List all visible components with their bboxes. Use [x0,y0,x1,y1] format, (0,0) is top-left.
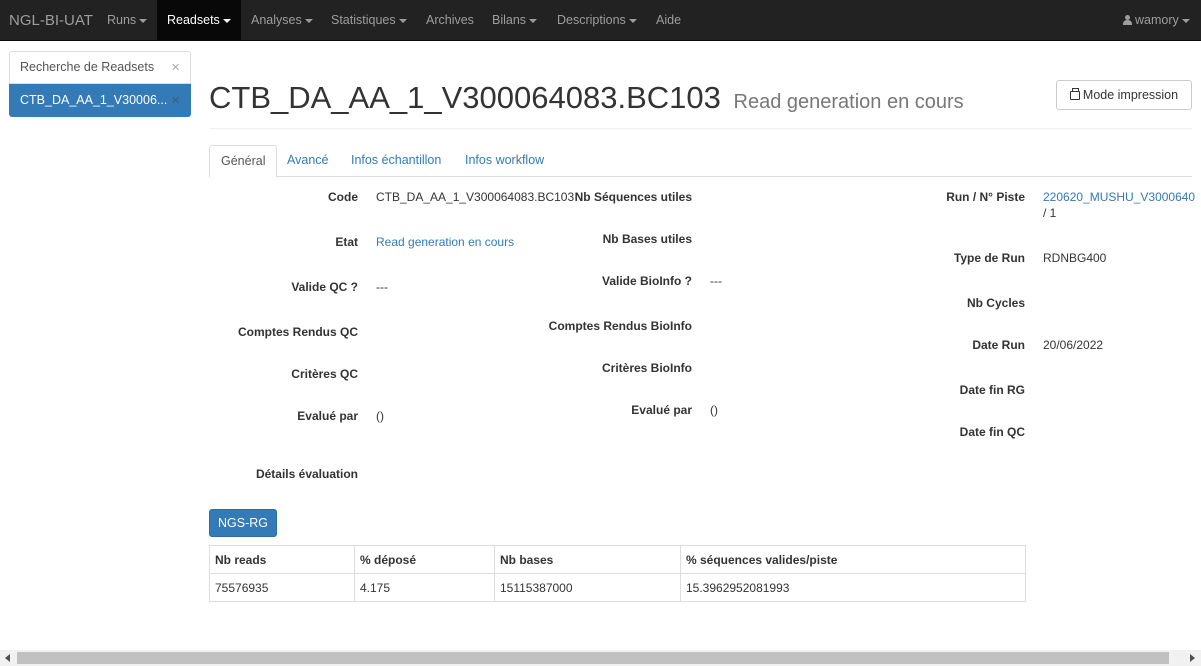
user-menu[interactable]: wamory [1123,0,1190,40]
top-navbar: NGL-BI-UAT Runs Readsets Analyses Statis… [0,0,1201,41]
column-header: % séquences valides/piste [680,545,1026,574]
chevron-down-icon [398,18,407,23]
etat-link[interactable]: Read generation en cours [376,235,514,249]
valide-bioinfo-label: Valide BioInfo ? [601,274,692,288]
etat-label: Etat [335,235,358,249]
type-run-label: Type de Run [953,251,1025,265]
evalue-par-qc-value: () [376,409,384,423]
scroll-right-icon[interactable] [1190,654,1195,662]
criteres-bioinfo-label: Critères BioInfo [601,361,692,375]
sidebar-item-recherche[interactable]: Recherche de Readsets × [9,51,191,84]
table-header-row: Nb reads % déposé Nb bases % séquences v… [209,545,1026,574]
piste-value: / 1 [1043,206,1057,220]
nav-statistiques-label: Statistiques [331,13,396,27]
tab-infos-echantillon[interactable]: Infos échantillon [340,145,452,177]
nav-archives-label: Archives [426,13,474,27]
tab-avance[interactable]: Avancé [276,145,339,177]
type-run-value: RDNBG400 [1043,251,1107,265]
date-run-value: 20/06/2022 [1043,338,1104,352]
nav-runs[interactable]: Runs [97,0,157,40]
nav-readsets-label: Readsets [167,13,220,27]
close-icon[interactable]: × [171,85,180,116]
table-row: 75576935 4.175 15115387000 15.3962952081… [209,573,1026,602]
nav-analyses-label: Analyses [251,13,302,27]
valide-bioinfo-value: --- [710,274,722,288]
chevron-down-icon [139,18,148,23]
date-fin-qc-label: Date fin QC [959,425,1025,439]
sidebar: Recherche de Readsets × CTB_DA_AA_1_V300… [9,51,191,117]
tab-general[interactable]: Général [209,145,278,178]
evalue-par-qc-label: Evalué par [297,409,358,423]
sidebar-item-label: CTB_DA_AA_1_V30006... [20,93,168,107]
user-icon [1123,15,1132,25]
nav-bilans[interactable]: Bilans [492,0,538,40]
nav-runs-label: Runs [107,13,137,27]
evalue-par-bioinfo-value: () [710,403,718,417]
nav-descriptions-label: Descriptions [557,13,626,27]
page-subtitle: Read generation en cours [733,91,964,113]
chevron-down-icon [529,18,538,23]
nb-sequences-utiles-label: Nb Séquences utiles [574,190,692,204]
criteres-qc-label: Critères QC [291,367,358,381]
sidebar-item-label: Recherche de Readsets [20,60,155,74]
printer-icon [1069,88,1080,100]
nb-cycles-label: Nb Cycles [966,296,1025,310]
nav-aide[interactable]: Aide [656,0,681,40]
ngs-rg-button[interactable]: NGS-RG [209,509,277,537]
table-cell: 75576935 [209,573,355,602]
page-title-code: CTB_DA_AA_1_V300064083.BC103 [209,80,721,115]
run-piste-label: Run / N° Piste [946,190,1025,204]
nav-analyses[interactable]: Analyses [251,0,313,40]
scrollbar-thumb[interactable] [17,652,1169,664]
valide-qc-value: --- [376,280,388,294]
close-icon[interactable]: × [171,52,180,83]
table-cell: 4.175 [354,573,495,602]
chevron-down-icon [628,18,637,23]
user-name: wamory [1135,13,1179,27]
horizontal-scrollbar[interactable] [0,650,1201,666]
nb-bases-utiles-label: Nb Bases utiles [602,232,692,246]
chevron-down-icon [304,18,313,23]
code-label: Code [328,190,358,204]
column-header: Nb bases [494,545,681,574]
tab-infos-workflow[interactable]: Infos workflow [454,145,555,177]
evalue-par-bioinfo-label: Evalué par [631,403,692,417]
ngs-rg-table: Nb reads % déposé Nb bases % séquences v… [209,545,1026,602]
divider [209,128,1192,129]
print-mode-button[interactable]: Mode impression [1056,80,1192,110]
column-header: Nb reads [209,545,355,574]
comptes-rendus-bioinfo-label: Comptes Rendus BioInfo [548,319,692,333]
tab-bar: Général Avancé Infos échantillon Infos w… [209,145,1192,178]
table-cell: 15.3962952081993 [680,573,1026,602]
scroll-left-icon[interactable] [5,654,10,662]
app-brand[interactable]: NGL-BI-UAT [9,12,93,29]
date-run-label: Date Run [972,338,1025,352]
nav-readsets[interactable]: Readsets [157,0,241,40]
page-title: CTB_DA_AA_1_V300064083.BC103 Read genera… [209,80,964,116]
column-header: % déposé [354,545,495,574]
nav-descriptions[interactable]: Descriptions [557,0,637,40]
nav-bilans-label: Bilans [492,13,527,27]
date-fin-rg-label: Date fin RG [959,383,1025,397]
run-link[interactable]: 220620_MUSHU_V3000640 [1043,190,1195,204]
table-cell: 15115387000 [494,573,681,602]
chevron-down-icon [222,18,231,23]
valide-qc-label: Valide QC ? [291,280,358,294]
code-value: CTB_DA_AA_1_V300064083.BC103 [376,190,575,204]
details-evaluation-label: Détails évaluation [255,467,358,481]
sidebar-item-readset[interactable]: CTB_DA_AA_1_V30006... × [9,84,191,117]
nav-archives[interactable]: Archives [426,0,474,40]
nav-statistiques[interactable]: Statistiques [331,0,407,40]
print-mode-label: Mode impression [1082,88,1179,102]
chevron-down-icon [1181,18,1190,23]
nav-aide-label: Aide [656,13,682,27]
comptes-rendus-qc-label: Comptes Rendus QC [237,325,358,339]
